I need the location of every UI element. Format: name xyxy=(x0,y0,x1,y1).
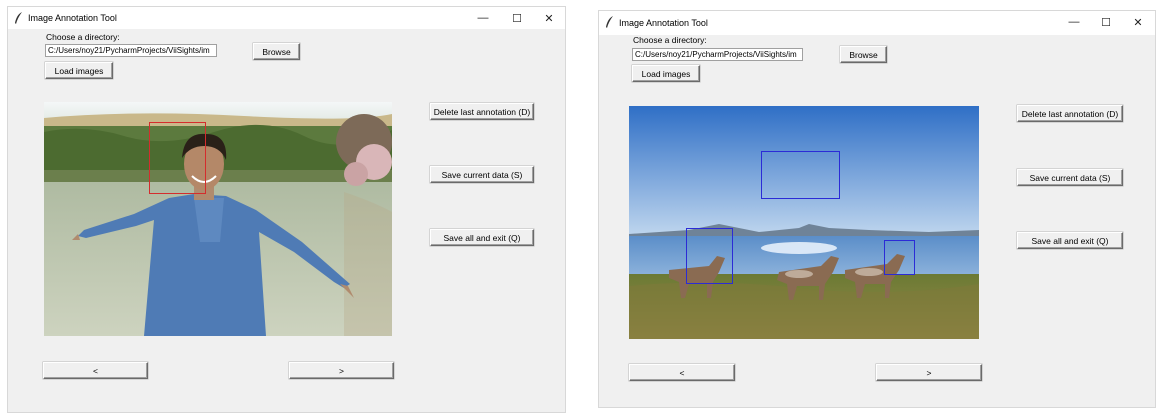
browse-button[interactable]: Browse xyxy=(253,43,300,60)
load-images-button[interactable]: Load images xyxy=(632,65,700,82)
browse-button[interactable]: Browse xyxy=(840,46,887,63)
next-button[interactable]: > xyxy=(289,362,394,379)
close-icon[interactable]: ✕ xyxy=(534,9,564,27)
save-current-button[interactable]: Save current data (S) xyxy=(1017,169,1123,186)
lake-photo-horses xyxy=(629,106,979,339)
image-canvas[interactable] xyxy=(629,106,979,339)
title-bar[interactable]: Image Annotation Tool — ☐ ✕ xyxy=(8,7,565,29)
annotation-box[interactable] xyxy=(686,228,733,284)
directory-input[interactable]: C:/Users/noy21/PycharmProjects/ViiSights… xyxy=(45,44,217,57)
delete-annotation-button[interactable]: Delete last annotation (D) xyxy=(430,103,534,120)
window-title: Image Annotation Tool xyxy=(619,18,708,28)
title-bar[interactable]: Image Annotation Tool — ☐ ✕ xyxy=(599,11,1155,35)
maximize-icon[interactable]: ☐ xyxy=(1091,13,1121,31)
minimize-icon[interactable]: — xyxy=(468,9,498,27)
minimize-icon[interactable]: — xyxy=(1059,13,1089,31)
save-exit-button[interactable]: Save all and exit (Q) xyxy=(430,229,534,246)
previous-button[interactable]: < xyxy=(629,364,735,381)
delete-annotation-button[interactable]: Delete last annotation (D) xyxy=(1017,105,1123,122)
previous-button[interactable]: < xyxy=(43,362,148,379)
annotation-window-1: Image Annotation Tool — ☐ ✕ Choose a dir… xyxy=(7,6,566,413)
directory-label: Choose a directory: xyxy=(46,32,120,42)
lake-photo-man xyxy=(44,102,392,336)
directory-label: Choose a directory: xyxy=(633,35,707,45)
directory-input[interactable]: C:/Users/noy21/PycharmProjects/ViiSights… xyxy=(632,48,803,61)
maximize-icon[interactable]: ☐ xyxy=(502,9,532,27)
image-canvas[interactable] xyxy=(44,102,392,336)
annotation-box[interactable] xyxy=(761,151,840,199)
save-exit-button[interactable]: Save all and exit (Q) xyxy=(1017,232,1123,249)
next-button[interactable]: > xyxy=(876,364,982,381)
annotation-box[interactable] xyxy=(884,240,915,275)
window-title: Image Annotation Tool xyxy=(28,13,117,23)
close-icon[interactable]: ✕ xyxy=(1123,13,1153,31)
feather-icon xyxy=(606,16,613,28)
annotation-window-2: Image Annotation Tool — ☐ ✕ Choose a dir… xyxy=(598,10,1156,408)
annotation-box[interactable] xyxy=(149,122,206,194)
feather-icon xyxy=(15,12,22,24)
save-current-button[interactable]: Save current data (S) xyxy=(430,166,534,183)
load-images-button[interactable]: Load images xyxy=(45,62,113,79)
